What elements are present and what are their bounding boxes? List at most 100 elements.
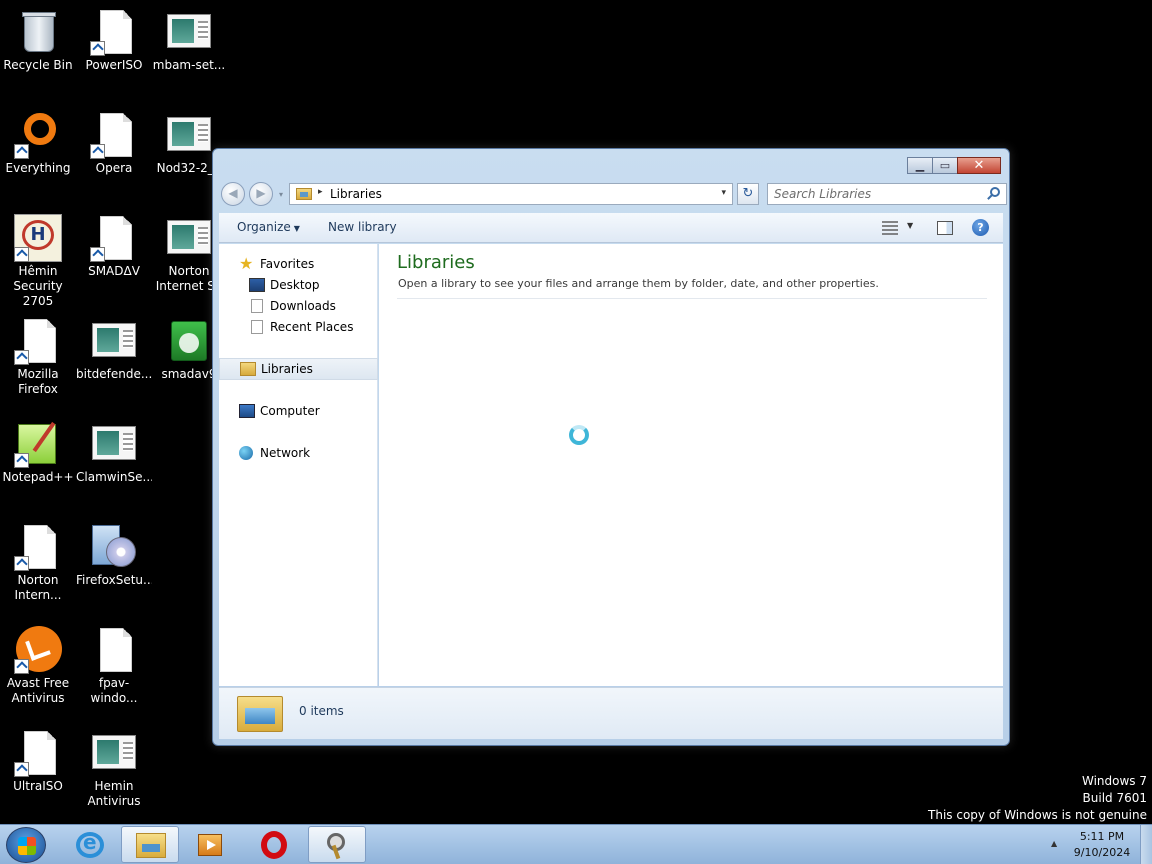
document-shortcut-icon (14, 317, 62, 365)
desktop-icon-label: Norton Intern... (14, 573, 62, 602)
document-shortcut-icon (90, 8, 138, 56)
close-button[interactable]: ✕ (957, 157, 1001, 174)
minimize-button[interactable]: ▁ (907, 157, 933, 174)
desktop-icon-fpav-windows[interactable]: fpav-windo... (76, 618, 152, 714)
taskbar-media-player[interactable] (181, 826, 239, 863)
minimize-icon: ▁ (915, 159, 925, 172)
preview-pane-icon[interactable] (937, 221, 953, 235)
desktop-icon-label: bitdefende... (76, 367, 152, 381)
desktop-icon-poweriso[interactable]: PowerISO (76, 0, 152, 96)
desktop-icon-mbam-setup[interactable]: mbam-set... (151, 0, 227, 96)
help-icon[interactable]: ? (972, 219, 989, 236)
refresh-button[interactable]: ↻ (737, 183, 759, 205)
nav-item-recent-places[interactable]: Recent Places (219, 317, 378, 337)
application-window-icon (165, 214, 213, 262)
desktop-icon-recycle-bin[interactable]: Recycle Bin (0, 0, 76, 96)
search-input[interactable] (774, 186, 974, 202)
desktop-icon-label: fpav-windo... (90, 676, 138, 705)
taskbar-internet-explorer[interactable] (61, 826, 119, 863)
desktop-icon-label: Mozilla Firefox (17, 367, 59, 396)
nav-item-desktop[interactable]: Desktop (219, 275, 378, 295)
desktop-icon-notepad-plus-plus[interactable]: Notepad++ (0, 412, 76, 508)
installer-cd-icon (90, 523, 138, 571)
maximize-button[interactable]: ▭ (932, 157, 958, 174)
application-window-icon (90, 420, 138, 468)
desktop-icon-mozilla-firefox[interactable]: Mozilla Firefox (0, 309, 76, 405)
watermark-genuine-notice: This copy of Windows is not genuine (928, 808, 1147, 822)
libraries-folder-icon (296, 188, 312, 200)
navigation-bar: ◀ ▶ ▾ ▸ Libraries ▾ ↻ (219, 181, 1007, 207)
document-shortcut-icon (14, 729, 62, 777)
forward-button[interactable]: ▶ (249, 182, 273, 206)
desktop-icon-firefox-setup[interactable]: FirefoxSetu... (76, 515, 152, 611)
application-window-icon (90, 729, 138, 777)
nav-item-libraries[interactable]: Libraries (219, 358, 378, 380)
view-options-dropdown-icon[interactable]: ▼ (907, 221, 913, 230)
show-hidden-icons-button[interactable]: ▲ (1051, 839, 1057, 848)
recent-pages-dropdown[interactable]: ▾ (279, 190, 283, 199)
desktop-icon-label: SMADΔV (88, 264, 140, 278)
system-clock[interactable]: 5:11 PM 9/10/2024 (1068, 829, 1136, 861)
taskbar-windows-explorer[interactable] (121, 826, 179, 863)
desktop-icon-norton-internet[interactable]: Norton Intern... (0, 515, 76, 611)
nav-item-label: Desktop (270, 278, 320, 292)
address-bar[interactable]: ▸ Libraries ▾ (289, 183, 733, 205)
taskbar-key-app[interactable] (308, 826, 366, 863)
clock-date: 9/10/2024 (1073, 846, 1131, 859)
desktop-icon-smadav[interactable]: SMADΔV (76, 206, 152, 302)
breadcrumb-separator-icon[interactable]: ▸ (318, 187, 323, 197)
refresh-icon: ↻ (742, 186, 754, 201)
libraries-icon (240, 362, 256, 376)
desktop-icon-label: UltraISO (13, 779, 63, 793)
command-bar: Organize ▼ New library ▼ ? (219, 213, 1003, 243)
desktop-icon-opera[interactable]: Opera (76, 103, 152, 199)
desktop-icon-hemin-antivirus[interactable]: Hemin Antivirus (76, 721, 152, 817)
avast-icon (14, 626, 62, 674)
taskbar: ▲ 5:11 PM 9/10/2024 (0, 824, 1152, 864)
desktop-icon-bitdefender[interactable]: bitdefende... (76, 309, 152, 405)
desktop-icon-label: Opera (95, 161, 133, 175)
breadcrumb-libraries[interactable]: Libraries (330, 187, 382, 201)
nav-item-downloads[interactable]: Downloads (219, 296, 378, 316)
desktop-icon-everything[interactable]: Everything (0, 103, 76, 199)
smadav-installer-icon (165, 317, 213, 365)
address-dropdown-icon[interactable]: ▾ (721, 188, 726, 198)
nav-item-network[interactable]: Network (219, 443, 378, 463)
desktop-icon-clamwin-setup[interactable]: ClamwinSe... (76, 412, 152, 508)
desktop-icon-hemin-security[interactable]: H Hêmin Security 2705 (0, 206, 76, 308)
start-button[interactable] (6, 827, 46, 863)
recent-places-icon (251, 320, 263, 334)
organize-dropdown-icon: ▼ (293, 224, 300, 233)
show-desktop-button[interactable] (1140, 825, 1152, 864)
nav-item-label: Recent Places (270, 320, 354, 334)
desktop-icon-label: mbam-set... (152, 58, 226, 72)
forward-arrow-icon: ▶ (256, 186, 266, 200)
recycle-bin-icon (14, 8, 62, 56)
nav-item-computer[interactable]: Computer (219, 401, 378, 421)
details-pane: 0 items (219, 687, 1003, 739)
change-view-icon[interactable] (882, 221, 898, 235)
search-icon[interactable] (990, 187, 1000, 197)
desktop-icon-label: Notepad++ (2, 470, 74, 484)
desktop-icon-avast-free-antivirus[interactable]: Avast Free Antivirus (0, 618, 76, 714)
item-count: 0 items (299, 704, 344, 718)
notepad-plus-plus-icon (14, 420, 62, 468)
search-box[interactable] (767, 183, 1007, 205)
nav-item-label: Computer (260, 404, 320, 418)
document-shortcut-icon (90, 214, 138, 262)
clock-time: 5:11 PM (1079, 830, 1125, 843)
nav-item-label: Downloads (270, 299, 336, 313)
taskbar-opera[interactable] (245, 826, 303, 863)
content-pane: Libraries Open a library to see your fil… (379, 244, 1003, 686)
downloads-folder-icon (251, 299, 263, 313)
back-button[interactable]: ◀ (221, 182, 245, 206)
nav-item-favorites[interactable]: ★ Favorites (219, 254, 378, 274)
library-folder-icon (237, 692, 283, 734)
new-library-button[interactable]: New library (328, 220, 397, 234)
desktop-icon-ultraiso[interactable]: UltraISO (0, 721, 76, 817)
nav-item-label: Network (260, 446, 311, 460)
organize-button[interactable]: Organize ▼ (237, 220, 300, 234)
explorer-window: ▁ ▭ ✕ ◀ ▶ ▾ ▸ Libraries ▾ ↻ Organize▼ Ne… (212, 148, 1010, 746)
desktop-icon (249, 278, 265, 292)
caption-buttons: ▁ ▭ ✕ (907, 157, 1001, 174)
